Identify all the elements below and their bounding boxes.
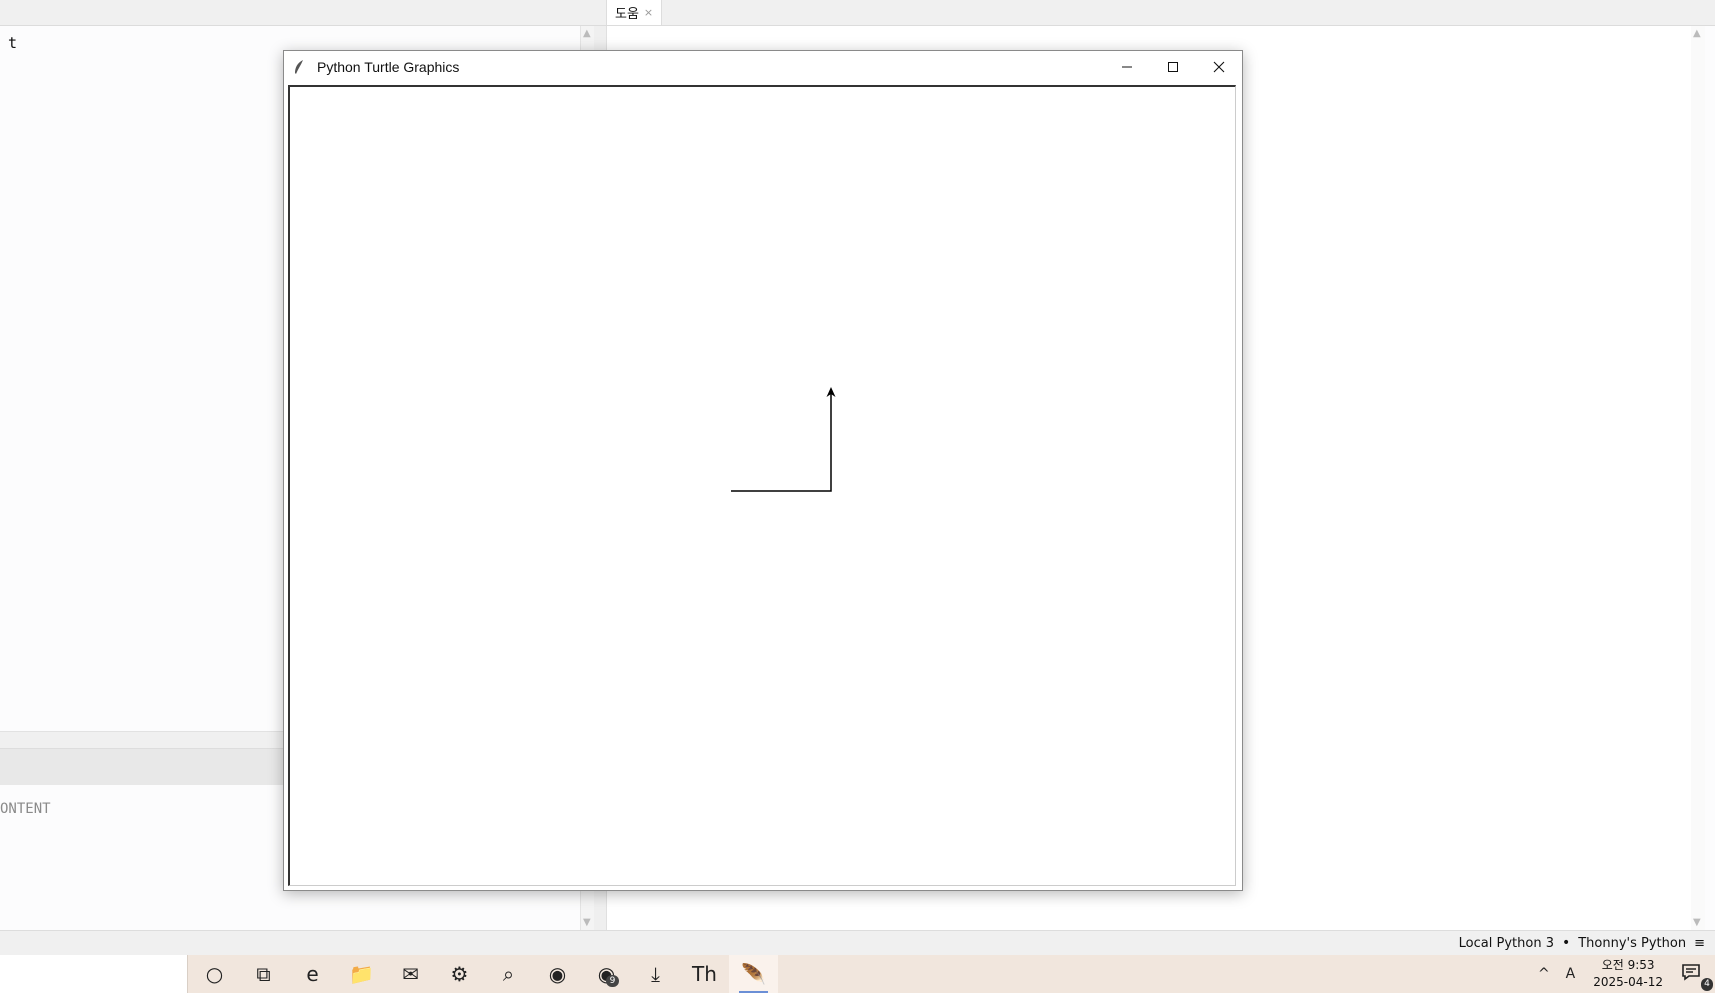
chrome-profile-icon[interactable]: ◉ 9: [582, 955, 631, 993]
mail-icon[interactable]: ✉: [386, 955, 435, 993]
system-tray: ^ A 오전 9:53 2025-04-12 4: [1530, 955, 1715, 993]
turtle-window: Python Turtle Graphics: [283, 50, 1243, 891]
maximize-icon: [1168, 62, 1178, 72]
settings-icon[interactable]: ⚙: [435, 955, 484, 993]
chevron-up-icon[interactable]: ^: [1530, 966, 1558, 982]
tab-help-label: 도움: [615, 7, 639, 22]
cortana-icon[interactable]: ○: [190, 955, 239, 993]
scroll-up-icon[interactable]: ▲: [1693, 28, 1701, 39]
chrome-icon[interactable]: ◉: [533, 955, 582, 993]
taskbar-apps: ○ ⧉ e 📁 ✉ ⚙ ⌕ ◉ ◉ 9 ⤓ Th 🪶: [190, 955, 778, 993]
minimize-icon: [1122, 66, 1132, 68]
status-separator: •: [1561, 935, 1571, 951]
notification-center-icon[interactable]: 4: [1673, 963, 1715, 991]
minimize-button[interactable]: [1104, 51, 1150, 83]
interpreter-label[interactable]: Local Python 3: [1459, 936, 1554, 951]
window-controls: [1104, 51, 1242, 83]
file-explorer-icon[interactable]: 📁: [337, 955, 386, 993]
clock[interactable]: 오전 9:53 2025-04-12: [1583, 957, 1673, 991]
window-titlebar[interactable]: Python Turtle Graphics: [284, 51, 1242, 83]
turtle-feather-icon[interactable]: 🪶: [729, 955, 778, 993]
notification-count: 4: [1701, 978, 1713, 991]
help-scrollbar[interactable]: ▲ ▼: [1691, 26, 1705, 930]
scroll-down-icon[interactable]: ▼: [583, 917, 591, 928]
turtle-canvas[interactable]: [288, 85, 1236, 886]
feedback-icon[interactable]: ⌕: [484, 955, 533, 993]
close-icon[interactable]: ×: [644, 6, 653, 19]
scroll-down-icon[interactable]: ▼: [1693, 917, 1701, 928]
tab-help[interactable]: 도움 ×: [606, 0, 663, 25]
scroll-up-icon[interactable]: ▲: [583, 28, 591, 39]
taskbar: ○ ⧉ e 📁 ✉ ⚙ ⌕ ◉ ◉ 9 ⤓ Th 🪶 ^ A 오전 9:53 2025-04-12 4: [0, 955, 1715, 993]
turtle-drawing: [731, 387, 836, 492]
maximize-button[interactable]: [1150, 51, 1196, 83]
clock-time: 오전 9:53: [1601, 958, 1655, 972]
code-line: t: [8, 34, 18, 52]
app-badge: 9: [606, 975, 619, 987]
downloads-icon[interactable]: ⤓: [631, 955, 680, 993]
edge-icon[interactable]: e: [288, 955, 337, 993]
taskbar-search-box[interactable]: [0, 955, 188, 993]
window-title: Python Turtle Graphics: [317, 59, 460, 75]
task-view-icon[interactable]: ⧉: [239, 955, 288, 993]
clock-date: 2025-04-12: [1593, 975, 1663, 989]
editor-tabbar: 도움 ×: [0, 0, 1715, 26]
close-button[interactable]: [1196, 51, 1242, 83]
shell-output: ONTENT: [0, 801, 51, 817]
ime-indicator[interactable]: A: [1558, 966, 1584, 982]
menu-icon[interactable]: ≡: [1694, 936, 1705, 951]
thonny-icon[interactable]: Th: [680, 955, 729, 993]
status-bar: Local Python 3 • Thonny's Python ≡: [0, 930, 1715, 955]
turtle-path: [731, 391, 832, 492]
feather-icon: [293, 59, 311, 75]
app-label[interactable]: Thonny's Python: [1578, 936, 1686, 951]
close-icon: [1213, 61, 1225, 73]
